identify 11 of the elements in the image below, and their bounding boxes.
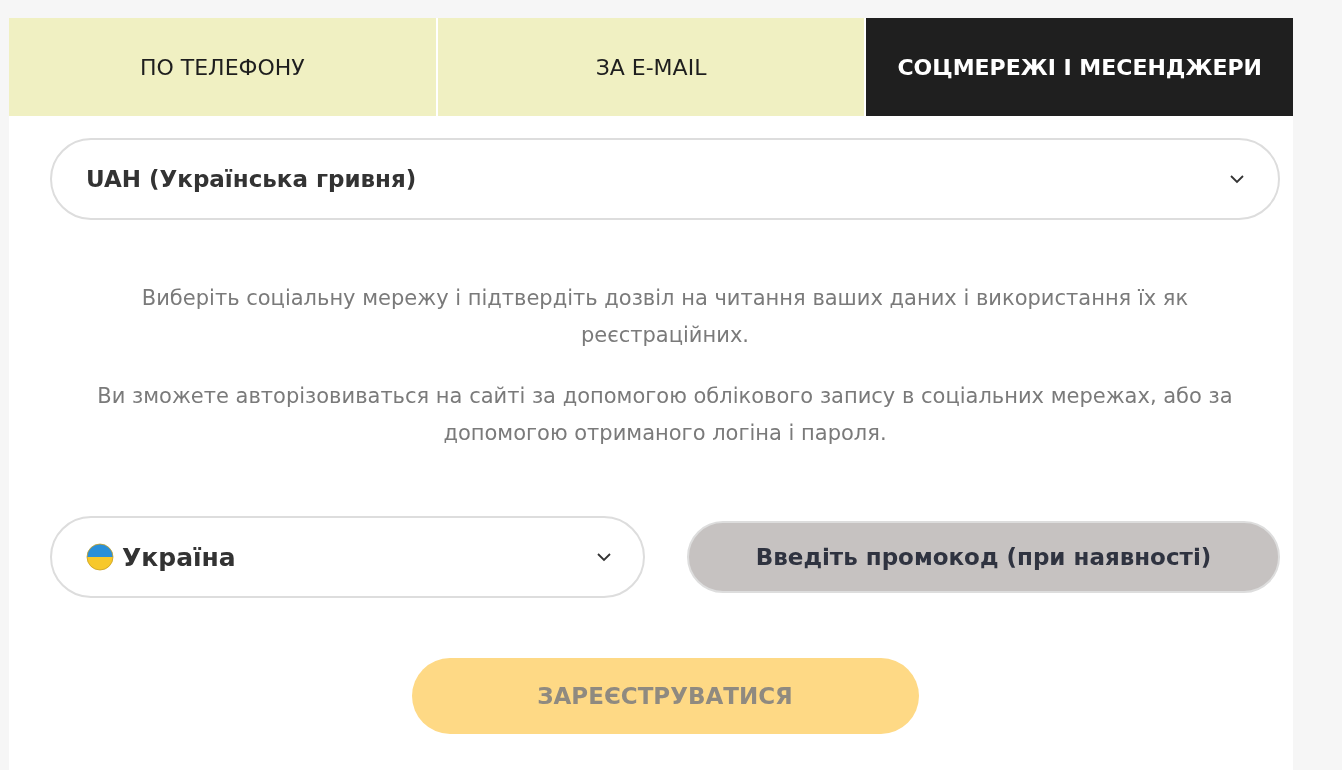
- promo-code-button[interactable]: Введіть промокод (при наявності): [687, 521, 1280, 593]
- flag-icon: [86, 543, 114, 571]
- tab[interactable]: ЗА E-MAIL: [437, 18, 865, 116]
- tab[interactable]: ПО ТЕЛЕФОНУ: [9, 18, 436, 116]
- currency-select[interactable]: UAH (Українська гривня): [50, 138, 1280, 220]
- info-text: Виберіть соціальну мережу і підтвердіть дозвіл на читання ваших даних і використання їх як реєстраційних.: [140, 285, 1190, 349]
- info-text: Ви зможете авторізовиваться на сайті за допомогою облікового запису в соціальних мережах, або за допомогою отриманого логіна і пароля.: [96, 383, 1234, 447]
- chevron-down-icon: [1230, 174, 1244, 184]
- tab[interactable]: СОЦМЕРЕЖІ І МЕСЕНДЖЕРИ: [866, 18, 1293, 116]
- country-select[interactable]: Україна: [50, 516, 645, 598]
- chevron-down-icon: [597, 552, 611, 562]
